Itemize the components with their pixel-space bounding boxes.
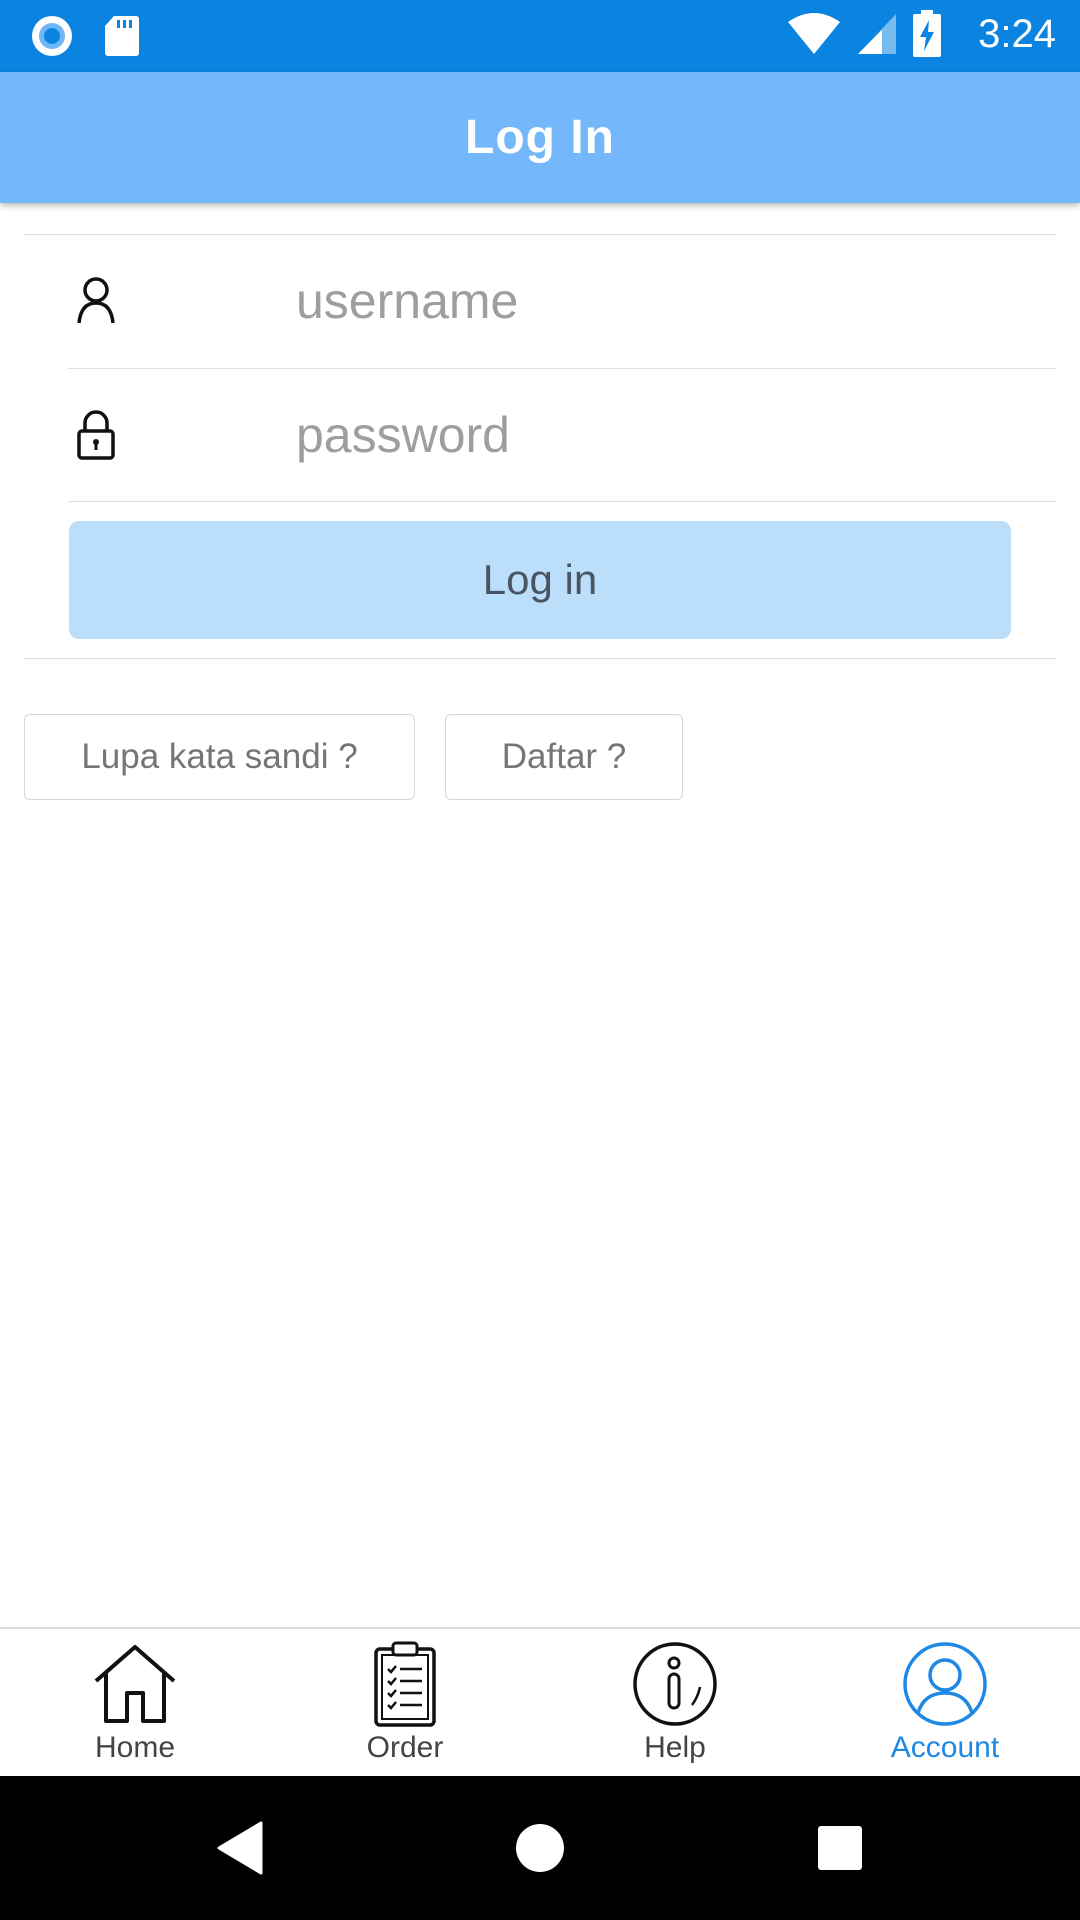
nav-item-account[interactable]: Account xyxy=(810,1629,1080,1776)
password-row xyxy=(68,369,1056,501)
username-row xyxy=(68,235,1056,367)
divider xyxy=(24,658,1056,659)
account-icon xyxy=(903,1642,987,1726)
wifi-icon xyxy=(788,13,841,54)
nav-item-help[interactable]: Help xyxy=(540,1629,810,1776)
system-back-button[interactable] xyxy=(160,1776,320,1920)
record-icon xyxy=(32,16,72,56)
signal-icon xyxy=(858,14,897,54)
status-bar-right: 3:24 xyxy=(786,10,1056,58)
divider xyxy=(68,501,1056,502)
forgot-password-button[interactable]: Lupa kata sandi ? xyxy=(24,714,415,800)
status-bar: 3:24 xyxy=(0,0,1080,72)
home-circle-icon xyxy=(516,1824,564,1872)
nav-label-order: Order xyxy=(366,1731,444,1764)
info-icon xyxy=(633,1642,717,1726)
register-button[interactable]: Daftar ? xyxy=(445,714,683,800)
user-icon xyxy=(77,277,115,324)
back-icon xyxy=(217,1821,263,1875)
battery-charging-icon xyxy=(913,10,942,57)
recents-icon xyxy=(818,1826,862,1870)
nav-label-home: Home xyxy=(94,1731,176,1764)
home-icon xyxy=(94,1645,176,1723)
sd-card-icon xyxy=(105,16,139,56)
page-title: Log In xyxy=(465,111,615,164)
nav-item-home[interactable]: Home xyxy=(0,1629,270,1776)
screen: 3:24 Log In Log in Lupa kata sandi ? Daf… xyxy=(0,0,1080,1920)
system-nav-bar xyxy=(0,1776,1080,1920)
nav-label-account: Account xyxy=(890,1731,1000,1764)
system-recents-button[interactable] xyxy=(760,1776,920,1920)
app-bar: Log In xyxy=(0,72,1080,203)
nav-label-help: Help xyxy=(644,1731,706,1764)
nav-item-order[interactable]: Order xyxy=(270,1629,540,1776)
bottom-nav: Home Order Help Account xyxy=(0,1627,1080,1776)
status-bar-left xyxy=(30,14,140,58)
lock-icon xyxy=(77,410,115,460)
login-button[interactable]: Log in xyxy=(69,521,1011,639)
clipboard-icon xyxy=(374,1641,436,1727)
system-home-button[interactable] xyxy=(460,1776,620,1920)
password-input[interactable] xyxy=(296,369,1036,501)
status-clock: 3:24 xyxy=(978,11,1056,56)
username-input[interactable] xyxy=(296,235,1036,367)
